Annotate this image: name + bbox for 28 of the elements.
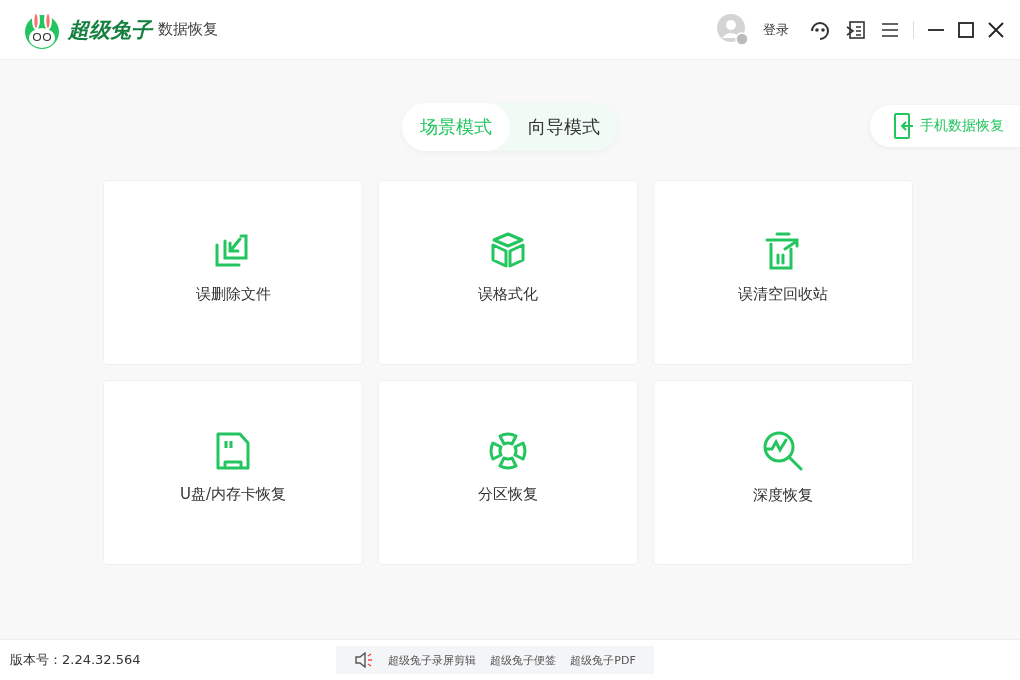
speaker-icon [354,652,375,668]
maximize-icon[interactable] [958,21,974,38]
recovery-card[interactable]: U盘/内存卡恢复 [103,380,363,565]
recovery-card[interactable]: 误格式化 [378,180,638,365]
brand-name: 超级兔子 [68,16,152,44]
card-label: 分区恢复 [478,485,538,504]
menu-icon[interactable] [881,21,899,38]
login-link[interactable]: 登录 [763,20,789,39]
card-label: 深度恢复 [753,486,813,505]
product-link[interactable]: 超级兔子录屏剪辑 [388,652,477,668]
product-link[interactable]: 超级兔子便签 [490,652,557,668]
recovery-card[interactable]: 误清空回收站 [653,180,913,365]
recovery-card[interactable]: 误删除文件 [103,180,363,365]
recovery-card[interactable]: 深度恢复 [653,380,913,565]
partition-icon [488,431,528,471]
card-label: 误清空回收站 [738,285,828,304]
card-label: U盘/内存卡恢复 [179,485,286,504]
card-label: 误格式化 [478,285,538,304]
close-icon[interactable] [988,21,1004,38]
product-link[interactable]: 超级兔子PDF [570,652,636,668]
version-text: 版本号：2.24.32.564 [10,651,142,669]
product-name: 数据恢复 [158,20,218,39]
mode-tab[interactable]: 向导模式 [510,103,618,151]
magnifier-chart-icon [762,430,804,472]
phone-icon [894,113,914,139]
feedback-icon[interactable] [845,18,867,41]
card-label: 误删除文件 [195,285,271,304]
recovery-card[interactable]: 分区恢复 [378,380,638,565]
